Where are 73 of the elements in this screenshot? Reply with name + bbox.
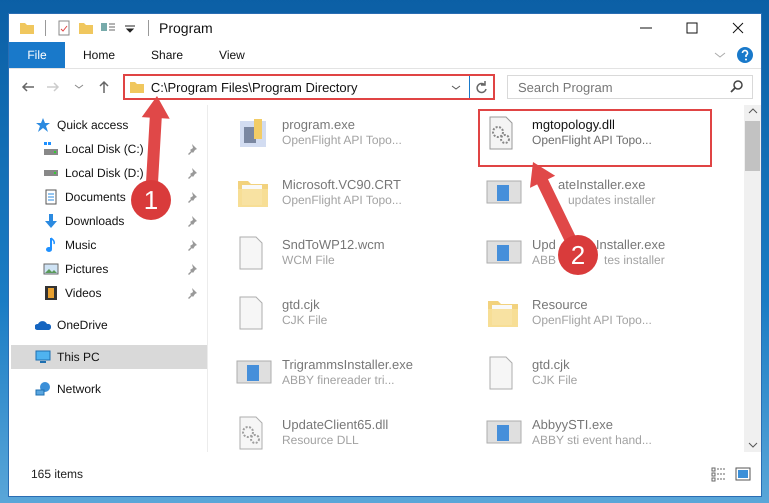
file-description: OpenFlight API Topo... [532,133,652,147]
folder-icon [128,79,145,95]
monitor-icon [35,349,51,365]
sidebar-item[interactable]: OneDrive [57,318,108,332]
file-name: TrigrammsInstaller.exe [282,357,413,372]
file-name: SndToWP12.wcm [282,237,385,252]
details-view-icon [711,466,727,482]
folder-icon [78,20,94,36]
minimize-icon [640,27,652,29]
refresh-icon [474,80,488,94]
help-icon [737,47,753,63]
sidebar-item[interactable]: This PC [57,350,100,364]
file-description: ABB [532,253,556,267]
sidebar-item[interactable]: Pictures [65,262,108,276]
document-icon [43,189,59,205]
file-description: OpenFlight API Topo... [282,193,402,207]
file-name: program.exe [282,117,356,132]
sidebar-item[interactable]: Network [57,382,102,396]
sidebar-item[interactable]: Local Disk (D:) [65,166,144,180]
file-name: Upd [532,237,556,252]
file-description: ABBY sti event hand... [532,433,652,447]
download-arrow-icon [43,213,59,229]
drive-icon [43,141,59,157]
ribbon-tab[interactable]: File [9,42,65,68]
address-bar[interactable]: C:\Program Files\Program Directory [122,74,495,100]
file-name: Microsoft.VC90.CRT [282,177,402,192]
file-description: WCM File [282,253,336,267]
file-description: tes installer [604,253,665,267]
file-name: AbbyySTI.exe [532,417,614,432]
callout-badge [131,180,171,220]
sidebar-item[interactable]: Videos [65,286,102,300]
sidebar-item[interactable]: Local Disk (C:) [65,142,144,156]
file-name: UpdateClient65.dll [282,417,388,432]
file-description: OpenFlight API Topo... [532,313,652,327]
search-field[interactable]: Search Program [506,75,753,99]
film-icon [43,285,59,301]
item-count: 165 items [31,467,84,481]
properties-icon [56,20,72,36]
pictures-icon [43,261,59,277]
file-name: Resource [532,297,589,312]
file-name: ateInstaller.exe [558,177,646,192]
file-item[interactable]: mgtopology.dll OpenFlight API Topo... [478,109,712,167]
file-description: CJK File [532,373,578,387]
file-name: gtd.cjk [532,357,571,372]
search-icon [728,79,745,95]
sidebar-item[interactable]: Quick access [57,118,128,132]
network-icon [35,381,51,397]
file-name: mgtopology.dll [532,117,616,132]
ribbon-tab[interactable]: Share [133,42,202,68]
file-name: Installer.exe [596,237,666,252]
window-title: Program [159,20,213,36]
star-icon [35,117,51,133]
scrollbar[interactable] [744,105,761,452]
callout-badge [558,235,598,275]
callout-number: 1 [144,185,158,215]
sidebar-item[interactable]: Downloads [65,214,124,228]
file-description: OpenFlight API Topo... [282,133,402,147]
maximize-icon [685,21,699,35]
ribbon-tab[interactable]: View [201,42,263,68]
drive-icon [44,170,58,176]
file-name: gtd.cjk [282,297,321,312]
file-description: ABBY finereader tri... [282,373,396,387]
folder-icon [19,20,35,36]
sidebar-item[interactable]: Documents [65,190,126,204]
close-icon [731,21,745,35]
sidebar-item[interactable]: Music [65,238,96,252]
scrollbar-thumb[interactable] [745,121,760,171]
file-description: updates installer [568,193,656,207]
file-description: CJK File [282,313,328,327]
ribbon-tab[interactable]: Home [65,42,134,68]
file-description: Resource DLL [282,433,360,447]
large-icons-view-icon [735,466,751,482]
callout-number: 2 [570,240,586,270]
